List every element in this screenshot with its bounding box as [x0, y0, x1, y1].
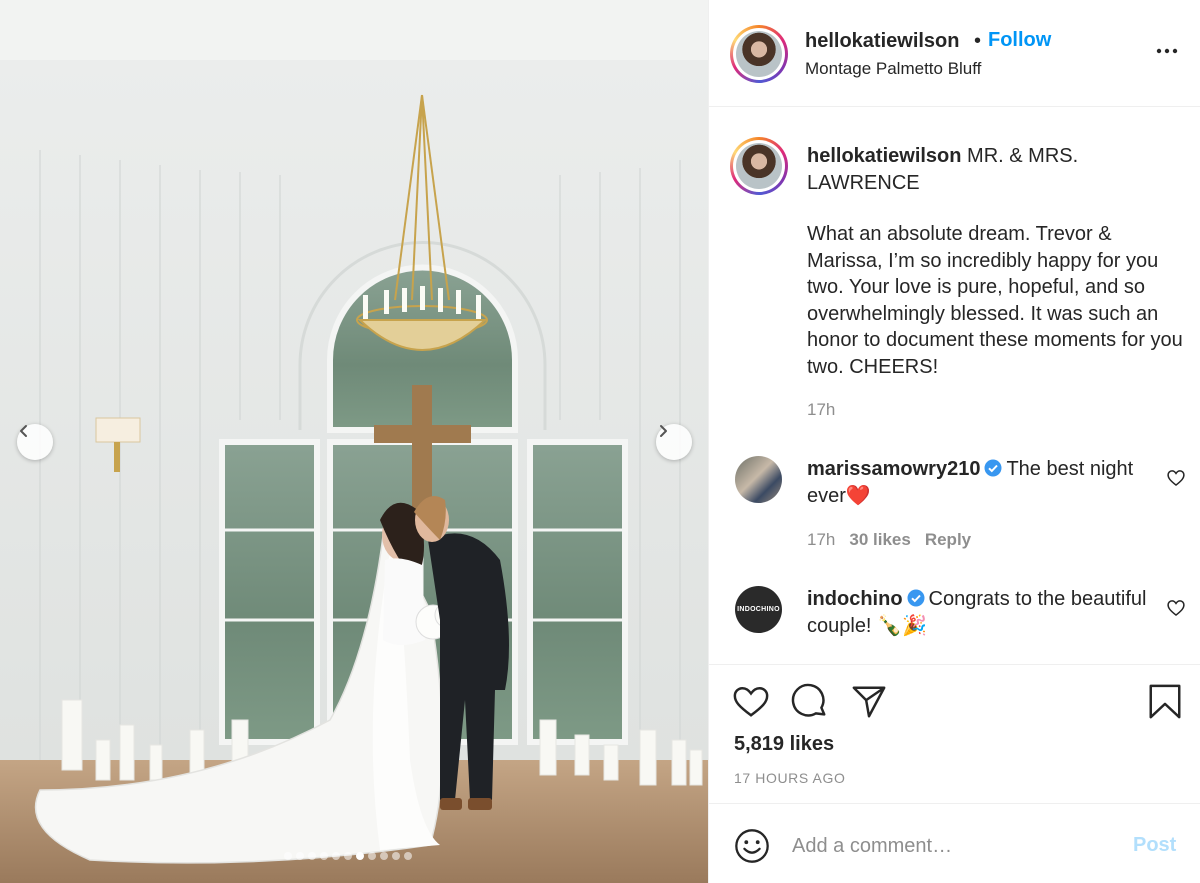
comment-input[interactable] [792, 830, 1112, 862]
commenter-avatar[interactable] [735, 456, 782, 503]
more-horizontal-icon [1156, 48, 1178, 54]
post-comment-button[interactable]: Post [1133, 834, 1176, 857]
carousel-dot [284, 852, 292, 860]
header-separator: • [974, 30, 982, 52]
comment-timestamp[interactable]: 17h [807, 530, 835, 550]
carousel-dot [392, 852, 400, 860]
caption-avatar[interactable] [730, 137, 788, 195]
share-icon[interactable] [850, 683, 888, 721]
chevron-left-icon [20, 425, 27, 437]
caption-timestamp[interactable]: 17h [807, 400, 835, 420]
author-avatar[interactable] [730, 25, 788, 83]
comment-username[interactable]: indochino [807, 588, 903, 610]
follow-button[interactable]: Follow [988, 29, 1051, 52]
post-location[interactable]: Montage Palmetto Bluff [805, 59, 981, 79]
likes-count[interactable]: 5,819 likes [734, 733, 834, 756]
carousel-dot [368, 852, 376, 860]
emoji-icon[interactable] [733, 827, 771, 865]
comment-meta: 17h 30 likes Reply [807, 530, 971, 550]
comment-icon[interactable] [791, 683, 829, 721]
caption-headline-line: hellokatiewilson MR. & MRS. LAWRENCE [807, 143, 1187, 196]
caption-body: What an absolute dream. Trevor & Marissa… [807, 223, 1183, 378]
comment-like-heart-icon[interactable] [1166, 598, 1186, 618]
heart-icon[interactable] [732, 683, 770, 721]
chevron-right-icon [660, 425, 667, 437]
post-header: hellokatiewilson • Follow Montage Palmet… [709, 0, 1200, 107]
carousel-dot [380, 852, 388, 860]
verified-badge-icon [907, 589, 925, 607]
comment-reply-button[interactable]: Reply [925, 530, 971, 550]
carousel-dot [308, 852, 316, 860]
carousel-indicator [284, 852, 412, 860]
caption-username[interactable]: hellokatiewilson [807, 145, 961, 167]
bookmark-icon[interactable] [1146, 683, 1184, 721]
comment-username[interactable]: marissamowry210 [807, 458, 980, 480]
add-comment-bar: Post [709, 803, 1200, 883]
more-options-button[interactable] [1155, 39, 1179, 69]
carousel-prev-button[interactable] [17, 424, 53, 460]
comment-item: marissamowry210 The best night ever❤️ [807, 456, 1147, 510]
post-side-panel: hellokatiewilson • Follow Montage Palmet… [708, 0, 1200, 883]
comment-likes[interactable]: 30 likes [849, 530, 910, 550]
author-username[interactable]: hellokatiewilson [805, 30, 959, 53]
comment-like-heart-icon[interactable] [1166, 468, 1186, 488]
carousel-dot [332, 852, 340, 860]
commenter-avatar[interactable]: INDOCHINO [735, 586, 782, 633]
carousel-dot [404, 852, 412, 860]
carousel-dot [356, 852, 364, 860]
wedding-photo-illustration [0, 0, 708, 883]
carousel-dot [296, 852, 304, 860]
post-date[interactable]: 17 HOURS AGO [734, 770, 845, 786]
brand-logo-text: INDOCHINO [737, 606, 780, 613]
carousel-next-button[interactable] [656, 424, 692, 460]
post-photo[interactable] [0, 0, 708, 883]
carousel-dot [320, 852, 328, 860]
comment-item: indochino Congrats to the beautiful coupl… [807, 586, 1147, 640]
carousel-dot [344, 852, 352, 860]
verified-badge-icon [984, 459, 1002, 477]
